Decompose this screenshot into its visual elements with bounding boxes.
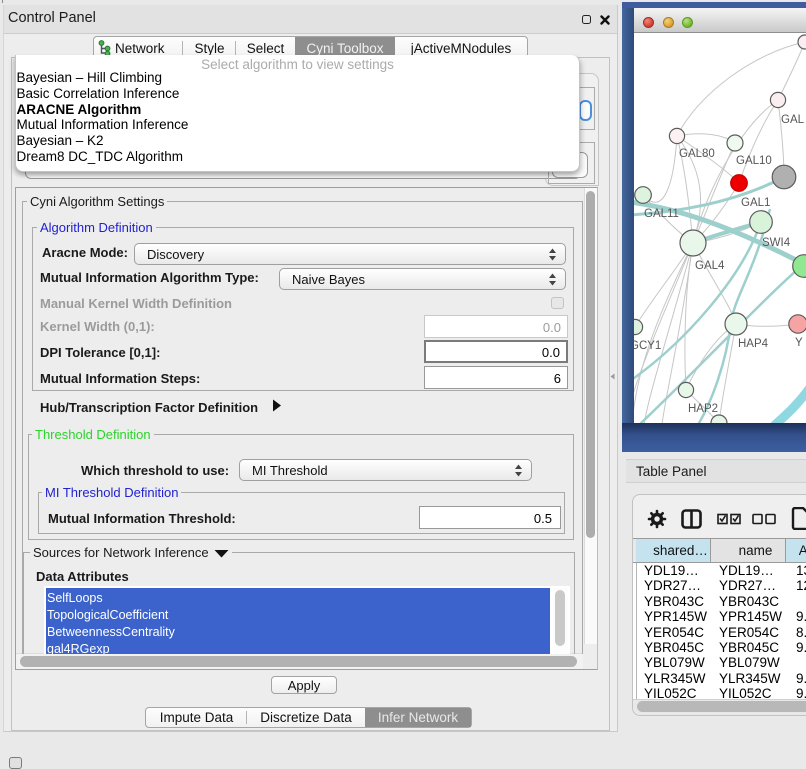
svg-text:HAP2: HAP2 — [688, 403, 718, 415]
svg-text:GAL: GAL — [781, 114, 805, 126]
svg-text:HAP4: HAP4 — [738, 338, 769, 350]
svg-text:GAL11: GAL11 — [644, 208, 679, 220]
svg-text:Y: Y — [795, 337, 803, 349]
svg-text:GAL4: GAL4 — [695, 260, 725, 272]
svg-text:SWI4: SWI4 — [762, 237, 791, 249]
svg-text:GAL80: GAL80 — [679, 148, 715, 160]
svg-text:GAL10: GAL10 — [736, 155, 772, 167]
svg-text:GCY1: GCY1 — [634, 340, 661, 352]
svg-text:GAL1: GAL1 — [741, 197, 770, 209]
